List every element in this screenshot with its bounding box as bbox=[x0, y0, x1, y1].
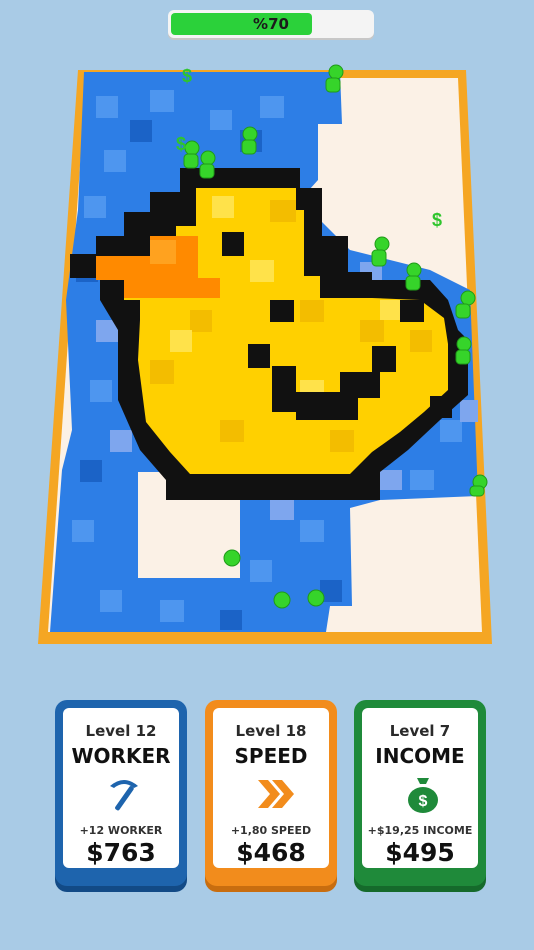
worker-6 bbox=[405, 262, 422, 291]
worker-gain: +12 WORKER bbox=[79, 824, 163, 837]
worker-3 bbox=[183, 140, 200, 169]
speed-price: $468 bbox=[236, 838, 306, 867]
income-title: INCOME bbox=[375, 744, 465, 768]
worker-8 bbox=[455, 336, 472, 365]
income-price: $495 bbox=[385, 838, 455, 867]
worker-level: Level 12 bbox=[85, 722, 157, 740]
worker-title: WORKER bbox=[71, 744, 171, 768]
income-card-inner: Level 7 INCOME $ +$19,25 INCOME $495 bbox=[362, 708, 478, 868]
worker-upgrade-card[interactable]: Level 12 WORKER +12 WORKER $763 bbox=[55, 700, 187, 886]
dollar-2: $ bbox=[176, 134, 186, 154]
dollar-1: $ bbox=[182, 66, 192, 86]
income-upgrade-card[interactable]: Level 7 INCOME $ +$19,25 INCOME $495 bbox=[354, 700, 486, 886]
worker-12 bbox=[307, 589, 325, 607]
svg-text:$: $ bbox=[419, 793, 428, 810]
double-chevron-icon bbox=[258, 780, 294, 808]
speed-card-inner: Level 18 SPEED +1,80 SPEED $468 bbox=[213, 708, 329, 868]
income-level: Level 7 bbox=[389, 722, 451, 740]
speed-gain: +1,80 SPEED bbox=[230, 824, 312, 837]
worker-price: $763 bbox=[86, 838, 156, 867]
worker-2 bbox=[241, 126, 258, 155]
worker-10 bbox=[223, 549, 241, 567]
income-gain: +$19,25 INCOME bbox=[367, 824, 473, 837]
pickaxe-icon bbox=[110, 780, 138, 811]
worker-4 bbox=[199, 150, 216, 179]
dollar-3: $ bbox=[432, 210, 442, 230]
game-board[interactable]: $ $ $ bbox=[0, 0, 534, 660]
money-bag-icon: $ bbox=[408, 778, 438, 813]
speed-title: SPEED bbox=[234, 744, 308, 768]
speed-upgrade-card[interactable]: Level 18 SPEED +1,80 SPEED $468 bbox=[205, 700, 337, 886]
speed-level: Level 18 bbox=[235, 722, 307, 740]
worker-card-inner: Level 12 WORKER +12 WORKER $763 bbox=[63, 708, 179, 868]
worker-11 bbox=[273, 591, 291, 609]
